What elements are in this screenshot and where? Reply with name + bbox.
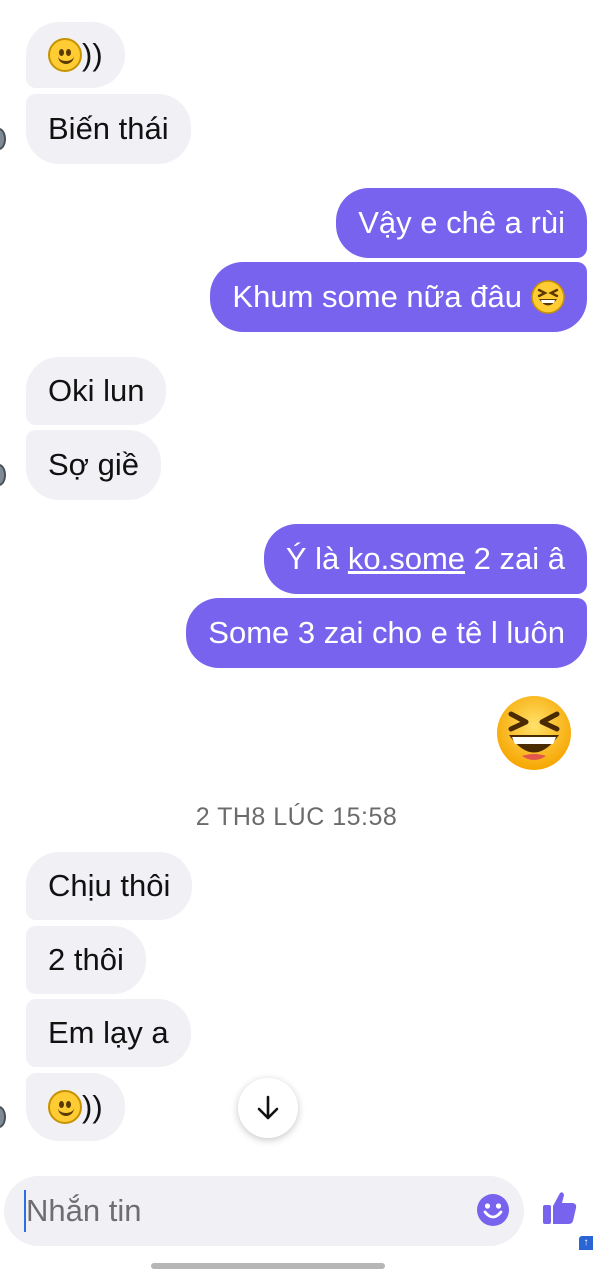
message-text: Oki lun: [48, 373, 145, 409]
message-text: 2 thôi: [48, 942, 124, 978]
message-text: Chịu thôi: [48, 868, 171, 904]
message-input[interactable]: [26, 1176, 466, 1246]
message-bubble-incoming[interactable]: )): [26, 22, 125, 88]
message-text: Em lạy a: [48, 1015, 169, 1051]
grinning-squinting-face-large-icon[interactable]: [495, 694, 573, 772]
message-text: Sợ giề: [48, 447, 139, 483]
message-text: )): [82, 1089, 103, 1125]
message-text: )): [82, 37, 103, 73]
sender-avatar[interactable]: [0, 464, 6, 486]
message-text: Khum some nữa đâu: [232, 279, 522, 315]
message-composer: [4, 1176, 524, 1246]
scroll-to-bottom-button[interactable]: [238, 1078, 298, 1138]
message-text: Some 3 zai cho e tê l luôn: [208, 615, 565, 651]
sender-avatar[interactable]: [0, 128, 6, 150]
message-text: Biến thái: [48, 111, 169, 147]
message-text: 2 zai â: [465, 541, 565, 577]
message-bubble-incoming[interactable]: Biến thái: [26, 94, 191, 164]
message-link[interactable]: ko.some: [348, 541, 465, 577]
message-bubble-incoming[interactable]: Sợ giề: [26, 430, 161, 500]
text-caret: [24, 1190, 26, 1232]
message-bubble-outgoing[interactable]: Some 3 zai cho e tê l luôn: [186, 598, 587, 668]
timestamp-divider: 2 TH8 LÚC 15:58: [195, 803, 398, 831]
message-bubble-incoming[interactable]: 2 thôi: [26, 926, 146, 994]
message-bubble-outgoing[interactable]: Ý là ko.some 2 zai â: [263, 524, 587, 594]
message-bubble-incoming[interactable]: )): [26, 1073, 125, 1141]
message-text: Vậy e chê a rùi: [358, 205, 565, 241]
thumbs-up-icon[interactable]: [540, 1188, 580, 1228]
message-bubble-incoming[interactable]: Oki lun: [26, 357, 167, 425]
sender-avatar[interactable]: [0, 1106, 6, 1128]
grinning-squinting-face-icon: [531, 280, 565, 314]
emoji-icon[interactable]: [476, 1193, 510, 1227]
slightly-smiling-face-icon: [48, 38, 82, 72]
screen-recorder-icon: ↑: [579, 1236, 593, 1250]
message-bubble-incoming[interactable]: Em lạy a: [26, 999, 191, 1067]
message-bubble-incoming[interactable]: Chịu thôi: [26, 852, 193, 920]
message-bubble-outgoing[interactable]: Khum some nữa đâu: [210, 262, 587, 332]
home-indicator[interactable]: [151, 1263, 385, 1269]
message-text: Ý là: [285, 541, 348, 577]
slightly-smiling-face-icon: [48, 1090, 82, 1124]
message-bubble-outgoing[interactable]: Vậy e chê a rùi: [336, 188, 587, 258]
arrow-down-icon: [257, 1095, 279, 1120]
